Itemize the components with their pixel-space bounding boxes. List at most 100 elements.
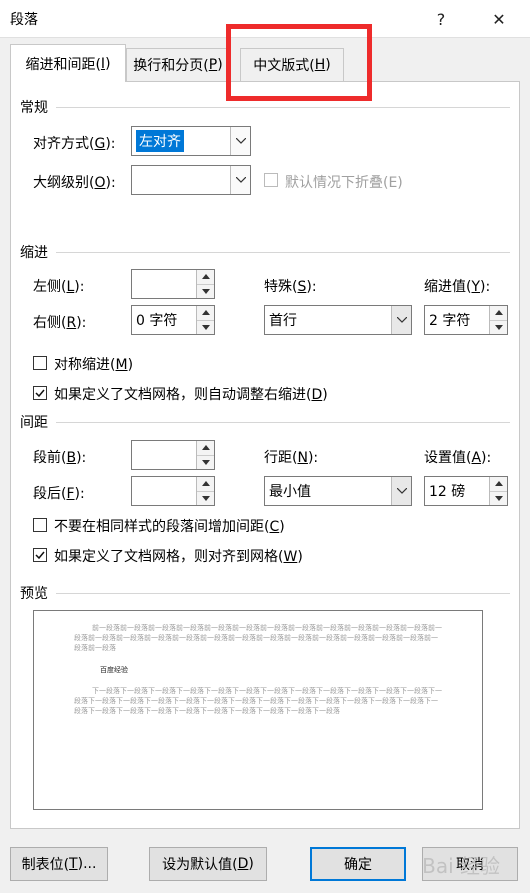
spacing-at-spinner[interactable]: 12 磅 (424, 476, 508, 506)
tab-indents-spacing[interactable]: 缩进和间距(I) (10, 44, 126, 82)
preview-previous-paragraph: 前一段落前一段落前一段落前一段落前一段落前一段落前一段落前一段落前一段落前一段落… (74, 624, 442, 652)
ok-button[interactable]: 确定 (310, 847, 406, 881)
help-icon: ? (436, 9, 446, 29)
help-button[interactable]: ? (418, 0, 464, 38)
auto-adjust-indent-label: 如果定义了文档网格，则自动调整右缩进(D) (54, 384, 328, 404)
spin-down-icon[interactable] (197, 490, 214, 505)
tab-label: ) (217, 57, 223, 73)
close-icon: ✕ (492, 9, 506, 29)
label-accel: F (66, 486, 75, 502)
line-spacing-value: 最小值 (269, 484, 311, 500)
tabs-button[interactable]: 制表位(T)... (10, 847, 108, 881)
label-text: ) (322, 387, 328, 403)
indentation-heading: 缩进 (20, 245, 48, 261)
label-accel: Y (471, 279, 481, 295)
label-accel: D (311, 387, 323, 403)
label-text: ) (279, 519, 285, 535)
indent-right-spinner[interactable]: 0 字符 (131, 305, 215, 335)
spin-up-icon[interactable] (197, 477, 214, 491)
label-text: ): (481, 450, 492, 466)
label-accel: W (283, 549, 298, 565)
label-text: 如果定义了文档网格，则对齐到网格( (54, 549, 284, 565)
indent-by-spinner[interactable]: 2 字符 (424, 305, 508, 335)
label-text: ) (297, 549, 303, 565)
label-text: ): (76, 450, 87, 466)
label-text: 特殊( (264, 279, 298, 295)
spin-up-icon[interactable] (197, 306, 214, 320)
alignment-select[interactable]: 左对齐 (131, 126, 251, 156)
spacing-before-value (132, 441, 196, 469)
button-accel: D (237, 856, 249, 872)
indent-by-value: 2 字符 (429, 313, 471, 329)
indent-left-spinner[interactable] (131, 269, 215, 299)
snap-to-grid-label: 如果定义了文档网格，则对齐到网格(W) (54, 546, 303, 566)
label-text: 不要在相同样式的段落间增加间距( (54, 519, 270, 535)
label-text: ): (480, 279, 491, 295)
separator (56, 593, 510, 594)
collapse-checkbox[interactable] (264, 173, 278, 187)
spin-down-icon[interactable] (490, 319, 507, 334)
special-select[interactable]: 首行 (264, 305, 412, 335)
tab-label: ) (105, 55, 111, 72)
label-text: ) (127, 357, 134, 373)
label-accel: M (115, 357, 128, 373)
snap-to-grid-checkbox[interactable] (33, 548, 47, 562)
auto-adjust-indent-checkbox[interactable] (33, 386, 47, 400)
label-accel: A (471, 450, 482, 466)
highlight-box (226, 24, 372, 101)
indent-right-value: 0 字符 (136, 313, 178, 329)
close-button[interactable]: ✕ (476, 0, 522, 38)
label-text: ): (74, 486, 85, 502)
spin-up-icon[interactable] (490, 306, 507, 320)
no-space-same-style-checkbox[interactable] (33, 518, 47, 532)
spin-up-icon[interactable] (490, 477, 507, 491)
mirror-indents-checkbox[interactable] (33, 356, 47, 370)
label-text: ): (307, 450, 319, 466)
label-text: 左侧( (33, 279, 67, 295)
separator (56, 252, 510, 253)
outline-level-label: 大纲级别(O): (33, 172, 116, 192)
label-text: 如果定义了文档网格，则自动调整右缩进( (54, 387, 312, 403)
set-default-button[interactable]: 设为默认值(D) (149, 847, 267, 881)
indent-left-label: 左侧(L): (33, 276, 84, 296)
label-text: 对称缩进( (54, 357, 116, 373)
tab-line-page-breaks[interactable]: 换行和分页(P) (126, 48, 230, 81)
spacing-after-spinner[interactable] (131, 476, 215, 506)
label-text: ): (306, 279, 317, 295)
alignment-value: 左对齐 (136, 130, 184, 152)
spacing-after-value (132, 477, 196, 505)
tab-label: 换行和分页( (133, 58, 209, 74)
collapse-label: 默认情况下折叠(E) (285, 175, 403, 191)
label-text: 设置值( (424, 450, 472, 466)
preview-heading: 预览 (20, 586, 48, 602)
special-label: 特殊(S): (264, 276, 317, 296)
button-accel: T (69, 856, 78, 872)
label-accel: C (269, 519, 280, 535)
spacing-before-spinner[interactable] (131, 440, 215, 470)
chevron-down-icon[interactable] (391, 306, 411, 334)
label-text: 段后( (33, 486, 67, 502)
label-accel: R (66, 315, 77, 331)
chevron-down-icon[interactable] (391, 477, 411, 505)
outline-level-value (132, 166, 230, 194)
chevron-down-icon[interactable] (230, 166, 250, 194)
label-text: ): (105, 136, 116, 152)
line-spacing-select[interactable]: 最小值 (264, 476, 412, 506)
outline-level-select[interactable] (131, 165, 251, 195)
spin-down-icon[interactable] (197, 283, 214, 298)
label-accel: N (297, 450, 308, 466)
preview-current-paragraph: 百度经验 (100, 666, 128, 674)
spin-up-icon[interactable] (197, 270, 214, 284)
spin-down-icon[interactable] (197, 454, 214, 469)
label-text: 右侧( (33, 315, 67, 331)
spin-down-icon[interactable] (490, 490, 507, 505)
dialog-title: 段落 (10, 12, 38, 28)
spin-up-icon[interactable] (197, 441, 214, 455)
label-text: 缩进值( (424, 279, 472, 295)
spin-down-icon[interactable] (197, 319, 214, 334)
indent-right-label: 右侧(R): (33, 312, 86, 332)
label-text: ): (105, 175, 116, 191)
checkmark-icon (35, 551, 45, 559)
chevron-down-icon[interactable] (230, 127, 250, 155)
spacing-heading: 间距 (20, 415, 48, 431)
